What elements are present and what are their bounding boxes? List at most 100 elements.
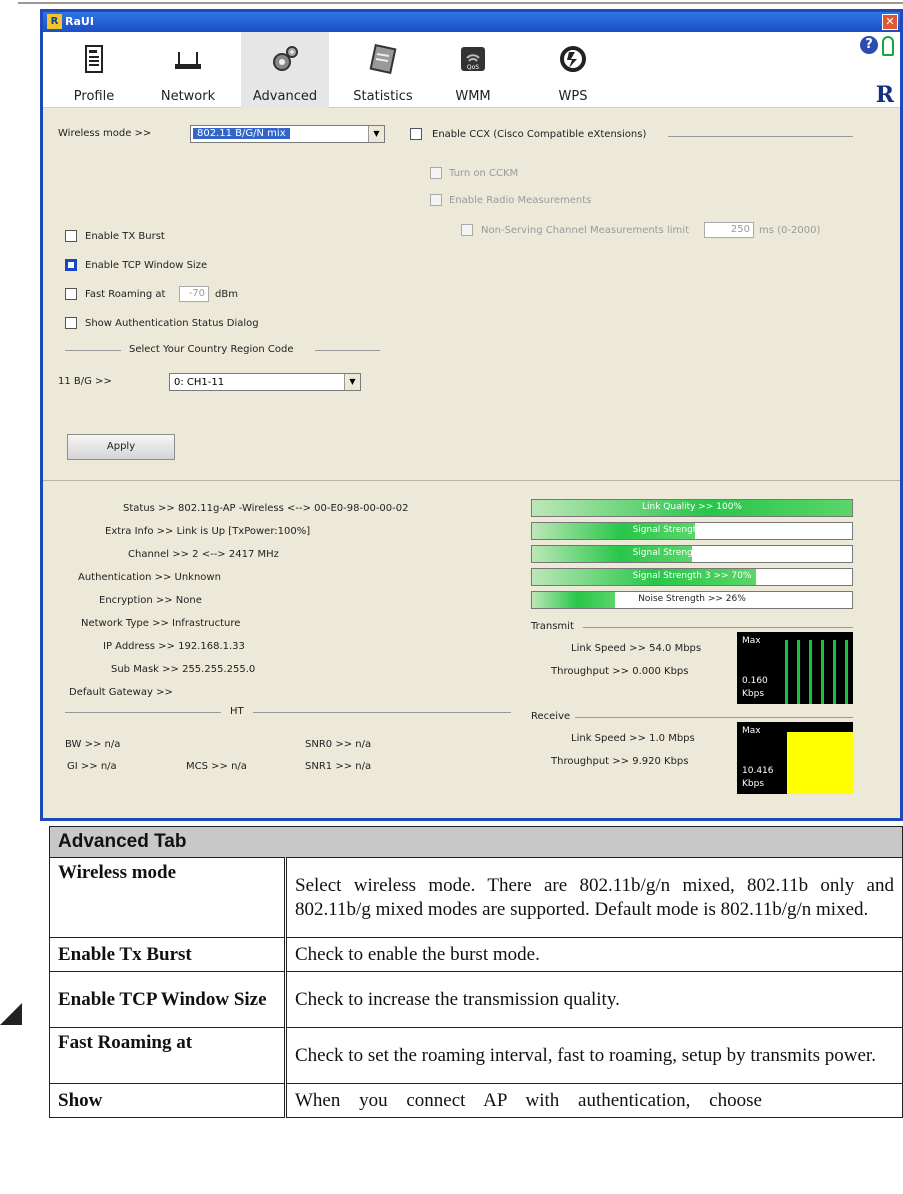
- signal-strength-2-bar: Signal Strength 2 >> 50%: [531, 545, 853, 563]
- fast-roaming-unit: dBm: [215, 289, 238, 300]
- receive-link-speed: Link Speed >> 1.0 Mbps: [571, 733, 695, 744]
- radio-measurements-checkbox[interactable]: [430, 194, 442, 206]
- noise-strength-text: Noise Strength >> 26%: [638, 594, 746, 604]
- apply-button[interactable]: Apply: [67, 434, 175, 460]
- tab-wps-label: WPS: [558, 89, 588, 104]
- bg-region-label: 11 B/G >>: [58, 376, 112, 387]
- bw-info: BW >> n/a: [65, 739, 121, 750]
- tab-statistics-label: Statistics: [353, 89, 413, 104]
- signal-strength-1-bar: Signal Strength 1 >> 51%: [531, 522, 853, 540]
- transmit-label: Transmit: [531, 621, 574, 632]
- show-auth-checkbox[interactable]: [65, 317, 77, 329]
- signal-strength-3-bar: Signal Strength 3 >> 70%: [531, 568, 853, 586]
- tx-graph-line: [785, 640, 788, 704]
- ht-label: HT: [230, 706, 244, 717]
- tab-profile-label: Profile: [73, 89, 115, 104]
- tcp-window-label: Enable TCP Window Size: [85, 260, 208, 271]
- table-row: Wireless mode Select wireless mode. Ther…: [49, 857, 903, 938]
- table-row: Show When you connect AP with authentica…: [49, 1083, 903, 1118]
- receive-graph-value: 10.416: [742, 766, 774, 776]
- link-quality-text: Link Quality >> 100%: [642, 502, 742, 512]
- sub-mask-info: Sub Mask >> 255.255.255.0: [111, 664, 256, 675]
- ccx-label: Enable CCX (Cisco Compatible eXtensions): [432, 129, 647, 140]
- tx-burst-label: Enable TX Burst: [85, 231, 165, 242]
- ccx-checkbox[interactable]: [410, 128, 422, 140]
- ccx-group-rule: [668, 136, 853, 137]
- signal-strength-2-text: Signal Strength 2 >> 50%: [632, 548, 752, 558]
- transmit-rule: [583, 627, 853, 628]
- svg-text:QoS: QoS: [467, 64, 479, 71]
- ht-rule-left: [65, 712, 221, 713]
- wireless-mode-select[interactable]: 802.11 B/G/N mix ▼: [190, 125, 385, 143]
- transmit-graph: Max 0.160 Kbps: [737, 632, 853, 704]
- nonserving-unit: ms (0-2000): [759, 225, 821, 236]
- fast-roaming-checkbox[interactable]: [65, 288, 77, 300]
- title-bar[interactable]: R RaUI ✕: [43, 12, 900, 32]
- table-row: Enable TCP Window Size Check to increase…: [49, 971, 903, 1028]
- transmit-graph-unit: Kbps: [742, 689, 765, 699]
- key-icon[interactable]: [882, 36, 894, 56]
- cckm-checkbox[interactable]: [430, 167, 442, 179]
- doc-row-desc: Check to enable the burst mode.: [285, 937, 903, 972]
- tab-statistics[interactable]: Statistics: [345, 32, 421, 108]
- tab-wmm-label: WMM: [455, 89, 491, 104]
- snr1-info: SNR1 >> n/a: [305, 761, 372, 772]
- extra-info: Extra Info >> Link is Up [TxPower:100%]: [105, 526, 311, 537]
- doc-row-name: Enable TCP Window Size: [49, 971, 287, 1028]
- doc-row-name: Show: [49, 1083, 287, 1118]
- tx-graph-line: [797, 640, 800, 704]
- nonserving-checkbox[interactable]: [461, 224, 473, 236]
- channel-info: Channel >> 2 <--> 2417 MHz: [128, 549, 279, 560]
- doc-row-desc: Check to increase the transmission quali…: [285, 971, 903, 1028]
- encryption-info: Encryption >> None: [99, 595, 202, 606]
- cckm-label: Turn on CCKM: [449, 168, 519, 179]
- tab-advanced-label: Advanced: [252, 89, 318, 104]
- nonserving-input[interactable]: 250: [704, 222, 754, 238]
- gi-info: GI >> n/a: [67, 761, 117, 772]
- doc-row-desc: When you connect AP with authentication,…: [285, 1083, 903, 1118]
- fast-roaming-label: Fast Roaming at: [85, 289, 166, 300]
- tab-advanced[interactable]: Advanced: [241, 32, 329, 108]
- tab-network-label: Network: [160, 89, 216, 104]
- tab-wmm[interactable]: QoS WMM: [443, 32, 503, 108]
- country-group-rule-right: [315, 350, 380, 351]
- pencil-mark-icon: [0, 1003, 22, 1025]
- help-icon[interactable]: ?: [860, 36, 878, 54]
- tx-graph-line: [809, 640, 812, 704]
- status-panel: Status >> 802.11g-AP -Wireless <--> 00-E…: [43, 480, 900, 818]
- signal-strength-1-text: Signal Strength 1 >> 51%: [632, 525, 752, 535]
- receive-graph-unit: Kbps: [742, 779, 765, 789]
- transmit-graph-max: Max: [742, 636, 761, 646]
- bg-region-value: 0: CH1-11: [174, 377, 225, 388]
- ip-address-info: IP Address >> 192.168.1.33: [103, 641, 245, 652]
- tab-profile[interactable]: Profile: [63, 32, 125, 108]
- signal-strength-3-text: Signal Strength 3 >> 70%: [632, 571, 752, 581]
- network-type-info: Network Type >> Infrastructure: [81, 618, 241, 629]
- status-line: Status >> 802.11g-AP -Wireless <--> 00-E…: [123, 503, 409, 514]
- wps-icon: [560, 46, 586, 72]
- table-row: Enable Tx Burst Check to enable the burs…: [49, 937, 903, 972]
- close-button[interactable]: ✕: [882, 14, 898, 30]
- bg-region-select[interactable]: 0: CH1-11 ▼: [169, 373, 361, 391]
- profile-icon: [85, 45, 103, 73]
- chevron-down-icon: ▼: [368, 126, 384, 142]
- doc-row-desc: Select wireless mode. There are 802.11b/…: [285, 857, 903, 938]
- fast-roaming-input[interactable]: -70: [179, 286, 209, 302]
- tx-graph-line: [845, 640, 848, 704]
- tx-burst-checkbox[interactable]: [65, 230, 77, 242]
- wireless-mode-value: 802.11 B/G/N mix: [193, 128, 290, 139]
- doc-row-name: Fast Roaming at: [49, 1027, 287, 1084]
- gear-icon: [273, 46, 298, 71]
- radio-measurements-label: Enable Radio Measurements: [449, 195, 592, 206]
- window-title: RaUI: [65, 15, 94, 28]
- tcp-window-checkbox[interactable]: [65, 259, 77, 271]
- doc-row-name: Wireless mode: [49, 857, 287, 938]
- doc-row-desc: Check to set the roaming interval, fast …: [285, 1027, 903, 1084]
- advanced-tab-doc-table: Advanced Tab Wireless mode Select wirele…: [49, 826, 903, 1118]
- network-icon: [175, 52, 201, 69]
- ralink-logo-icon: R: [875, 82, 894, 108]
- tab-network[interactable]: Network: [153, 32, 223, 108]
- nonserving-label: Non-Serving Channel Measurements limit: [481, 225, 689, 236]
- tab-wps[interactable]: WPS: [543, 32, 603, 108]
- link-quality-bar: Link Quality >> 100%: [531, 499, 853, 517]
